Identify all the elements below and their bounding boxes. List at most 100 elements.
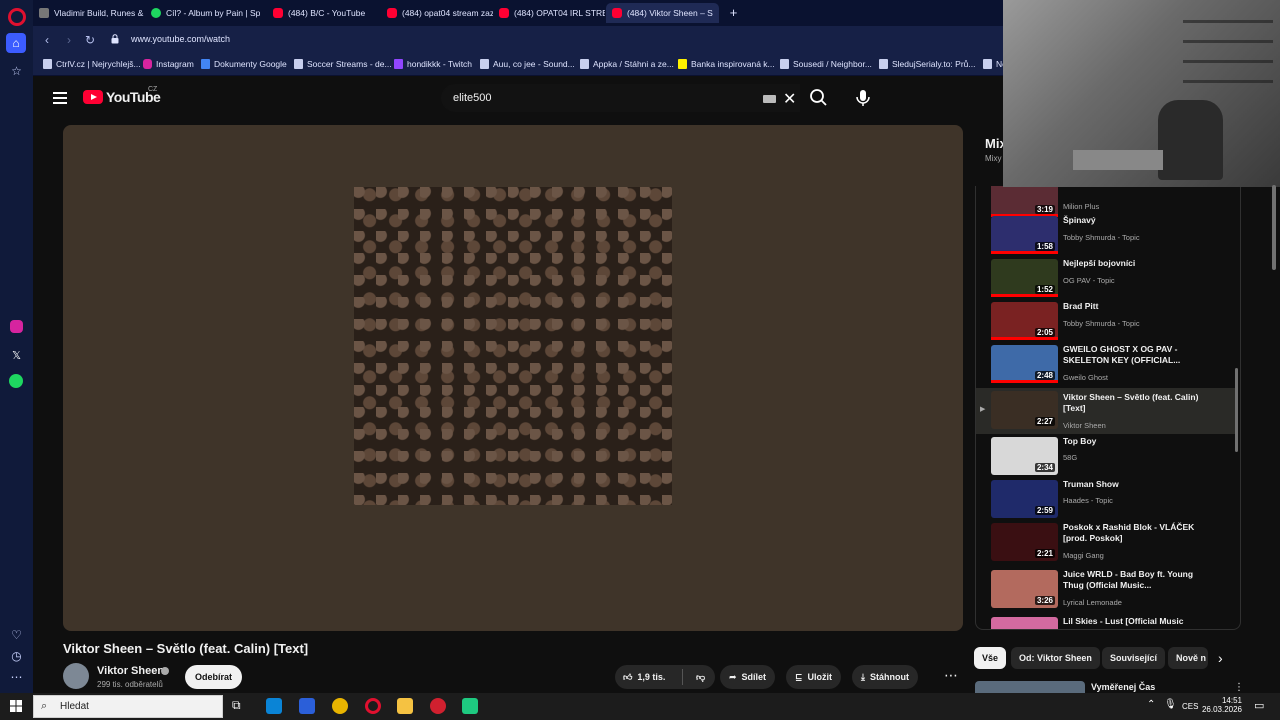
notification-icon[interactable]: ▭ (1254, 699, 1264, 712)
playlist-item[interactable]: 3:26 Juice WRLD - Bad Boy ft. Young Thug… (976, 567, 1238, 610)
tab-4[interactable]: (484) OPAT04 IRL STREAM (493, 3, 605, 23)
opera-logo-icon[interactable] (8, 8, 26, 26)
taskbar-search[interactable]: ⌕ Hledat (33, 695, 223, 718)
search-input[interactable] (453, 92, 753, 104)
chip-all[interactable]: Vše (974, 647, 1007, 669)
page-icon (480, 59, 489, 69)
back-icon[interactable]: ‹ (39, 32, 55, 48)
bookmark-label: Appka / Stáhni a ze... (593, 59, 674, 69)
copilot-icon[interactable] (266, 698, 282, 714)
reload-icon[interactable]: ↻ (82, 32, 98, 48)
bookmark-item[interactable]: Sousedi / Neighbor... (780, 59, 872, 69)
playlist-item-channel: Maggi Gang (1063, 551, 1104, 560)
microphone-icon[interactable] (850, 85, 876, 111)
playlist-item-title: Brad Pitt (1063, 301, 1099, 311)
page-icon (294, 59, 303, 69)
playlist-item[interactable]: 2:59 Truman Show Haades - Topic (976, 477, 1238, 520)
bookmark-item[interactable]: Soccer Streams - de... (294, 59, 392, 69)
chip-new[interactable]: Nově n (1168, 647, 1208, 669)
language-indicator[interactable]: CES (1182, 702, 1198, 711)
store-icon[interactable] (299, 698, 315, 714)
channel-name[interactable]: Viktor Sheen (97, 665, 164, 677)
chevron-right-icon[interactable]: › (1218, 650, 1223, 666)
playlist-thumbnail: 2:05 (991, 302, 1058, 340)
league-icon (39, 8, 49, 18)
bookmark-item[interactable]: Dokumenty Google (201, 59, 287, 69)
task-view-icon[interactable]: ⧉ (232, 698, 248, 714)
bookmark-label: Instagram (156, 59, 194, 69)
playlist-item[interactable]: 2:48 GWEILO GHOST X OG PAV - SKELETON KE… (976, 342, 1238, 385)
share-button[interactable]: ➦ Sdílet (720, 665, 776, 689)
spotify-icon[interactable] (9, 374, 23, 388)
playlist-item[interactable]: 1:52 Nejlepší bojovníci OG PAV - Topic (976, 256, 1238, 299)
bookmark-item[interactable]: SledujSerialy.to: Prů... (879, 59, 975, 69)
playlist-item[interactable]: 2:05 Brad Pitt Tobby Shmurda - Topic (976, 299, 1238, 342)
tab-3[interactable]: (484) opat04 stream zazn (381, 3, 493, 23)
like-button[interactable]: 👍︎ 1,9 tis. (615, 669, 683, 685)
playlist-scrollbar[interactable] (1235, 368, 1238, 452)
tab-0[interactable]: Vladimir Build, Runes & C (33, 3, 145, 23)
bookmark-label: SledujSerialy.to: Prů... (892, 59, 976, 69)
chip-from-channel[interactable]: Od: Viktor Sheen (1011, 647, 1100, 669)
clock[interactable]: 14:51 26.03.2026 (1200, 696, 1242, 714)
instagram-icon[interactable] (10, 320, 23, 333)
playlist-item[interactable]: 2:34 Top Boy 58G (976, 434, 1238, 477)
subscribe-button[interactable]: Odebírat (185, 665, 242, 689)
video-player[interactable] (63, 125, 963, 631)
bookmark-item[interactable]: Instagram (143, 59, 194, 69)
new-tab-button[interactable]: + (727, 6, 740, 19)
playlist-item[interactable]: 1:58 Špinavý Tobby Shmurda - Topic (976, 213, 1238, 256)
playlist-item[interactable]: 2:21 Poskok x Rashid Blok - VLÁČEK [prod… (976, 520, 1238, 563)
bookmark-item[interactable]: Auu, co jee - Sound... (480, 59, 575, 69)
lock-icon (111, 34, 119, 44)
clear-search-icon[interactable]: ✕ (783, 89, 796, 109)
youtube-header: YouTube CZ ✕ (33, 76, 1003, 121)
heart-icon[interactable]: ♡ (8, 626, 25, 643)
app-icon[interactable] (462, 698, 478, 714)
windows-start-icon[interactable] (10, 700, 22, 712)
bookmark-label: hondikkk - Twitch (407, 59, 473, 69)
tab-2[interactable]: (484) B/C - YouTube (267, 3, 377, 23)
pinboard-icon[interactable]: ☆ (8, 62, 25, 79)
bookmark-item[interactable]: Appka / Stáhni a ze... (580, 59, 674, 69)
more-actions-icon[interactable]: ⋯ (938, 665, 964, 689)
kebab-menu-icon[interactable]: ⋮ (1234, 682, 1244, 693)
keyboard-icon[interactable] (763, 95, 776, 103)
page-scrollbar[interactable] (1272, 185, 1276, 270)
url-field[interactable]: www.youtube.com/watch (131, 34, 230, 44)
channel-avatar[interactable] (63, 663, 89, 689)
tab-5-active[interactable]: (484) Viktor Sheen – S (606, 3, 719, 23)
tab-1[interactable]: Cíl? - Album by Pain | Spo (145, 3, 260, 23)
playlist-item-title: Truman Show (1063, 479, 1119, 489)
chip-related[interactable]: Související (1102, 647, 1166, 669)
bookmark-item[interactable]: Banka inspirovaná k... (678, 59, 775, 69)
opera-icon[interactable] (365, 698, 381, 714)
chrome-icon[interactable] (332, 698, 348, 714)
x-twitter-icon[interactable]: 𝕏 (8, 347, 25, 364)
windows-taskbar: ⌕ Hledat ⧉ ⌃ 🎙︎ CES 14:51 26.03.2026 ▭ (0, 693, 1280, 720)
playlist-item[interactable]: Lil Skies - Lust [Official Music (976, 614, 1238, 629)
home-icon[interactable]: ⌂ (6, 33, 26, 53)
download-button[interactable]: ⤓ Stáhnout (852, 665, 918, 689)
share-icon: ➦ (729, 671, 737, 682)
next-video-title[interactable]: Vyměřenej Čas (1091, 682, 1155, 692)
playlist-item-current[interactable]: ▶ 2:27 Viktor Sheen – Světlo (feat. Cali… (976, 388, 1238, 434)
chevron-up-icon[interactable]: ⌃ (1147, 699, 1155, 710)
search-icon[interactable] (803, 84, 835, 112)
hamburger-menu-icon[interactable] (53, 92, 67, 104)
share-label: Sdílet (741, 672, 767, 682)
bookmark-item[interactable]: hondikkk - Twitch (394, 59, 472, 69)
video-title: Viktor Sheen – Světlo (feat. Calin) [Tex… (63, 641, 309, 656)
thumbs-up-icon: 👍︎ (623, 671, 633, 682)
dislike-button[interactable]: 👎︎ (688, 672, 705, 683)
region-code: CZ (148, 86, 158, 93)
file-explorer-icon[interactable] (397, 698, 413, 714)
bookmark-item[interactable]: CtrlV.cz | Nejrychlejš... (43, 59, 141, 69)
playlist-item-title: Lil Skies - Lust [Official Music (1063, 616, 1184, 626)
forward-icon[interactable]: › (61, 32, 77, 48)
history-icon[interactable]: ◷ (8, 647, 25, 664)
microphone-icon[interactable]: 🎙︎ (1164, 699, 1177, 710)
save-button[interactable]: ⊑ Uložit (786, 665, 842, 689)
app-icon[interactable] (430, 698, 446, 714)
more-icon[interactable]: ⋯ (8, 668, 25, 685)
